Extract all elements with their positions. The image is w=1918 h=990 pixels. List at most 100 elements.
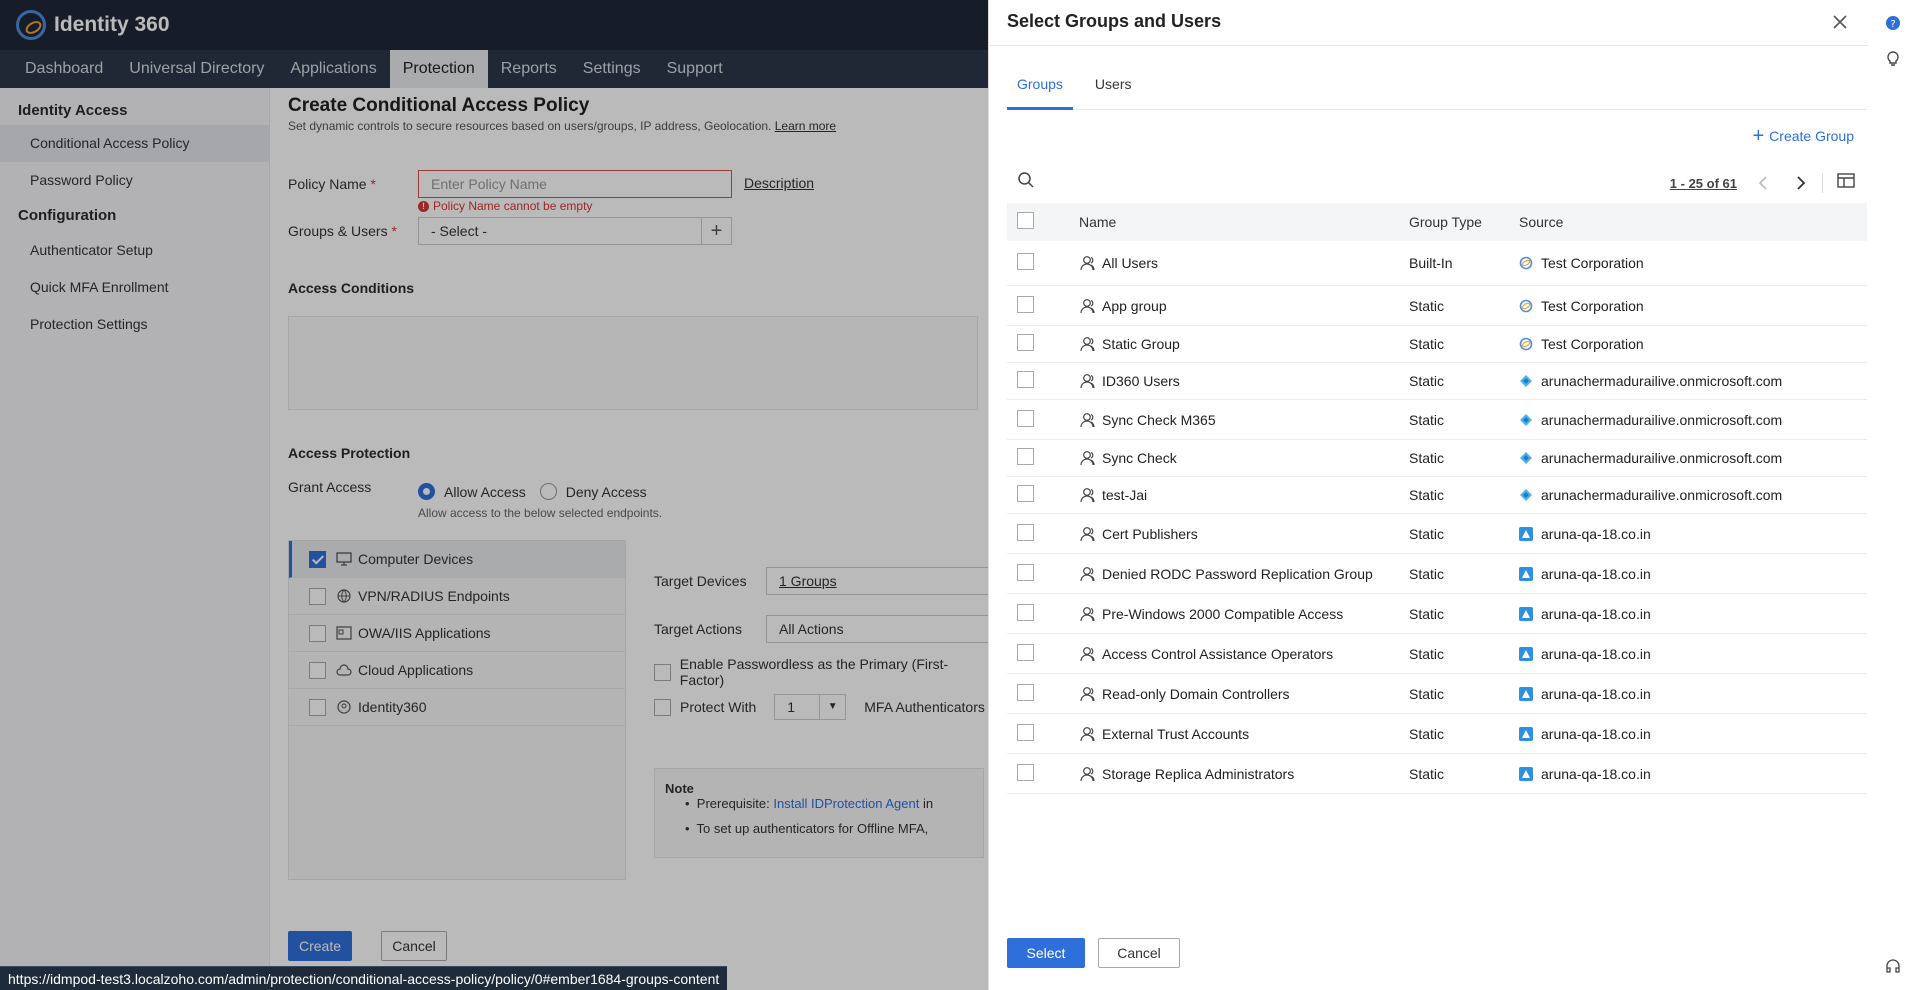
row-checkbox[interactable]	[1017, 683, 1034, 701]
group-type: Static	[1409, 725, 1445, 742]
lightbulb-icon[interactable]	[1885, 51, 1901, 67]
group-source: Test Corporation	[1541, 255, 1644, 271]
group-icon	[1080, 526, 1095, 541]
group-icon	[1080, 646, 1095, 661]
pagination-range[interactable]: 1 - 25 of 61	[1670, 176, 1737, 191]
table-row[interactable]: Sync Check M365 Static arunachermadurailiv…	[1007, 400, 1867, 440]
group-source: arunachermadurailive.onmicrosoft.com	[1541, 487, 1783, 503]
headset-icon[interactable]	[1885, 958, 1901, 974]
table-row[interactable]: External Trust Accounts Static aruna-qa-18…	[1007, 714, 1867, 754]
drawer-title: Select Groups and Users	[1007, 11, 1222, 31]
modal-backdrop[interactable]	[0, 0, 988, 990]
table-row[interactable]: Static Group Static Test Corporation	[1007, 326, 1867, 363]
group-source: Test Corporation	[1541, 336, 1644, 352]
group-icon	[1080, 298, 1095, 313]
table-row[interactable]: Denied RODC Password Replication Group St…	[1007, 554, 1867, 594]
row-checkbox[interactable]	[1017, 563, 1034, 581]
select-all-checkbox[interactable]	[1017, 212, 1034, 229]
group-icon	[1080, 566, 1095, 581]
column-chooser-icon[interactable]	[1837, 173, 1855, 189]
tab-groups[interactable]: Groups	[1007, 60, 1073, 110]
create-group-label: Create Group	[1769, 128, 1854, 144]
tab-users[interactable]: Users	[1085, 60, 1142, 110]
row-checkbox[interactable]	[1017, 371, 1034, 388]
help-icon[interactable]: ?	[1885, 15, 1901, 31]
select-button[interactable]: Select	[1007, 938, 1085, 968]
group-source: arunachermadurailive.onmicrosoft.com	[1541, 373, 1783, 389]
column-header-type[interactable]: Group Type	[1409, 214, 1519, 230]
row-checkbox[interactable]	[1017, 723, 1034, 741]
row-checkbox[interactable]	[1017, 523, 1034, 541]
table-row[interactable]: Storage Replica Administrators Static arun…	[1007, 754, 1867, 794]
row-source-cell: arunachermadurailive.onmicrosoft.com	[1519, 373, 1867, 389]
create-group-button[interactable]: + Create Group	[1752, 125, 1854, 147]
row-checkbox-cell	[1007, 683, 1079, 704]
table-row[interactable]: Access Control Assistance Operators Stati…	[1007, 634, 1867, 674]
row-source-cell: aruna-qa-18.co.in	[1519, 726, 1867, 742]
drawer-tabs: Groups Users	[1007, 60, 1867, 110]
group-source: aruna-qa-18.co.in	[1541, 565, 1651, 582]
table-row[interactable]: Pre-Windows 2000 Compatible Access Static…	[1007, 594, 1867, 634]
row-source-cell: arunachermadurailive.onmicrosoft.com	[1519, 450, 1867, 466]
row-checkbox[interactable]	[1017, 643, 1034, 661]
drawer-cancel-button[interactable]: Cancel	[1098, 938, 1180, 968]
table-row[interactable]: App group Static Test Corporation	[1007, 286, 1867, 326]
row-checkbox[interactable]	[1017, 603, 1034, 621]
row-checkbox-cell	[1007, 643, 1079, 664]
row-checkbox[interactable]	[1017, 409, 1034, 427]
group-type: Static	[1409, 525, 1445, 542]
row-checkbox[interactable]	[1017, 295, 1034, 313]
table-row[interactable]: test-Jai Static arunachermadurailive.onmic…	[1007, 477, 1867, 514]
group-type: Static	[1409, 411, 1445, 428]
search-icon[interactable]	[1017, 171, 1035, 189]
group-type: Static	[1409, 297, 1445, 314]
group-name: App group	[1102, 297, 1167, 314]
row-checkbox-cell	[1007, 603, 1079, 624]
status-bar-url: https://idmpod-test3.localzoho.com/admin…	[0, 966, 728, 990]
row-source-cell: arunachermadurailive.onmicrosoft.com	[1519, 412, 1867, 428]
row-checkbox-cell	[1007, 334, 1079, 354]
column-header-source[interactable]: Source	[1519, 214, 1867, 230]
table-row[interactable]: Cert Publishers Static aruna-qa-18.co.in	[1007, 514, 1867, 554]
active-directory-icon	[1519, 686, 1533, 701]
group-icon	[1080, 726, 1095, 741]
group-name: External Trust Accounts	[1102, 725, 1250, 742]
row-name-cell: Read-only Domain Controllers	[1079, 686, 1409, 702]
row-source-cell: Test Corporation	[1519, 255, 1867, 271]
table-row[interactable]: Sync Check Static arunachermadurailive.onm…	[1007, 440, 1867, 477]
group-icon	[1080, 686, 1095, 701]
group-source: aruna-qa-18.co.in	[1541, 685, 1651, 702]
column-header-name[interactable]: Name	[1079, 214, 1409, 230]
group-type: Static	[1409, 450, 1445, 466]
group-name: Cert Publishers	[1102, 525, 1198, 542]
row-name-cell: Denied RODC Password Replication Group	[1079, 566, 1409, 582]
chevron-right-icon[interactable]	[1795, 175, 1807, 191]
row-source-cell: Test Corporation	[1519, 298, 1867, 314]
row-checkbox[interactable]	[1017, 334, 1034, 351]
row-name-cell: App group	[1079, 298, 1409, 314]
group-icon	[1080, 374, 1095, 389]
row-checkbox[interactable]	[1017, 253, 1034, 270]
group-name: Read-only Domain Controllers	[1102, 685, 1290, 702]
table-row[interactable]: ID360 Users Static arunachermadurailive.on…	[1007, 363, 1867, 400]
row-name-cell: test-Jai	[1079, 487, 1409, 503]
identity360-source-icon	[1519, 337, 1533, 351]
group-name: Pre-Windows 2000 Compatible Access	[1102, 605, 1344, 622]
group-name: Static Group	[1102, 336, 1180, 352]
row-checkbox[interactable]	[1017, 763, 1034, 781]
row-checkbox-cell	[1007, 763, 1079, 784]
table-row[interactable]: Read-only Domain Controllers Static aruna-…	[1007, 674, 1867, 714]
plus-icon: +	[1752, 125, 1765, 147]
group-type: Static	[1409, 373, 1445, 389]
group-source: aruna-qa-18.co.in	[1541, 605, 1651, 622]
close-icon[interactable]	[1830, 12, 1850, 32]
row-checkbox[interactable]	[1017, 448, 1034, 465]
group-type: Built-In	[1409, 255, 1453, 271]
row-checkbox[interactable]	[1017, 485, 1034, 502]
table-row[interactable]: All Users Built-In Test Corporation	[1007, 241, 1867, 286]
group-source: arunachermadurailive.onmicrosoft.com	[1541, 450, 1783, 466]
row-name-cell: Sync Check	[1079, 450, 1409, 466]
chevron-left-icon[interactable]	[1757, 175, 1769, 191]
group-icon	[1080, 451, 1095, 466]
row-name-cell: Access Control Assistance Operators	[1079, 646, 1409, 662]
